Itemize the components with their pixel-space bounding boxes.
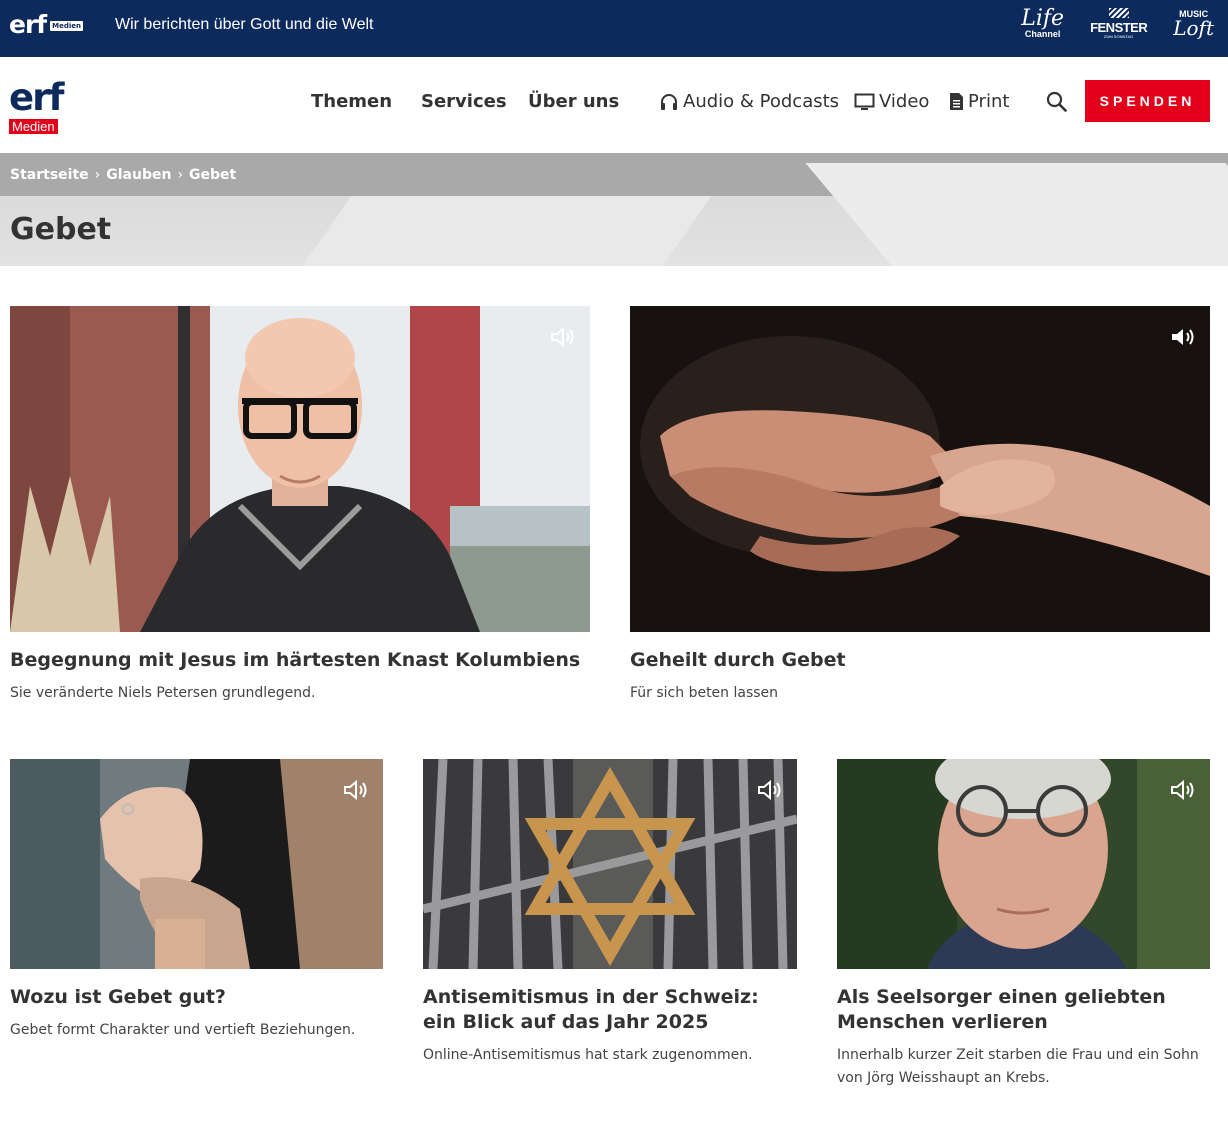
nav-themen[interactable]: Themen [311, 91, 392, 112]
nav-audio-label: Audio & Podcasts [683, 91, 840, 112]
article-title[interactable]: Begegnung mit Jesus im härtesten Knast K… [10, 648, 590, 673]
article-card[interactable]: Antisemitismus in der Schweiz: ein Blick… [423, 759, 797, 1067]
nav-video-label: Video [879, 91, 930, 112]
nav-audio-podcasts[interactable]: Audio & Podcasts [659, 91, 839, 112]
article-description: Online-Antisemitismus hat stark zugenomm… [423, 1047, 753, 1063]
audio-speaker-icon [344, 779, 367, 801]
breadcrumb: Startseite › Glauben › Gebet [10, 167, 236, 183]
brand-links: Life Channel FENSTER ZUM SONNTAG MUSIC L… [1021, 8, 1214, 39]
breadcrumb-separator: › [177, 167, 184, 183]
page-hero: Startseite › Glauben › Gebet Gebet [0, 153, 1228, 266]
document-icon [950, 93, 963, 110]
fenster-text: FENSTER [1090, 20, 1148, 35]
breadcrumb-separator: › [94, 167, 101, 183]
article-image-praying-hands[interactable] [10, 759, 383, 969]
erf-logo[interactable]: erf Medien [9, 76, 64, 135]
article-image-portrait-man[interactable] [10, 306, 590, 632]
search-button[interactable] [1046, 91, 1067, 116]
article-description: Innerhalb kurzer Zeit starben die Frau u… [837, 1047, 1199, 1086]
audio-speaker-icon [551, 326, 574, 348]
article-card[interactable]: Begegnung mit Jesus im härtesten Knast K… [10, 306, 590, 705]
fenster-sub: ZUM SONNTAG [1104, 34, 1134, 39]
life-channel-text: Life [1021, 6, 1065, 31]
fenster-mark [1108, 8, 1129, 18]
logo-sub: Medien [50, 21, 84, 31]
nav-print-label: Print [968, 91, 1010, 112]
article-image-star-of-david-gate[interactable] [423, 759, 797, 969]
erf-top-logo[interactable]: erf Medien [9, 10, 84, 39]
nav-ueber-uns[interactable]: Über uns [528, 91, 619, 112]
article-image-open-hands[interactable] [630, 306, 1210, 632]
page-title: Gebet [10, 212, 112, 247]
nav-services[interactable]: Services [421, 91, 507, 112]
main-header: erf Medien Themen Services Über uns Audi… [0, 57, 1228, 153]
search-icon [1046, 91, 1067, 112]
logo-sub: Medien [9, 119, 58, 134]
breadcrumb-startseite[interactable]: Startseite [10, 167, 89, 183]
top-bar: erf Medien Wir berichten über Gott und d… [0, 0, 1228, 57]
life-channel-logo[interactable]: Life Channel [1021, 8, 1064, 39]
audio-speaker-icon [1171, 779, 1194, 801]
audio-speaker-icon [758, 779, 781, 801]
music-loft-logo[interactable]: MUSIC Loft [1173, 10, 1214, 40]
tagline: Wir berichten über Gott und die Welt [115, 16, 374, 33]
donate-button[interactable]: SPENDEN [1085, 80, 1210, 122]
monitor-icon [854, 93, 875, 110]
article-title[interactable]: Als Seelsorger einen geliebten Menschen … [837, 985, 1210, 1035]
music-loft-sub: Loft [1173, 16, 1214, 40]
nav-print[interactable]: Print [949, 91, 1009, 112]
breadcrumb-gebet: Gebet [189, 167, 237, 183]
logo-text: erf [9, 76, 64, 119]
article-description: Für sich beten lassen [630, 685, 779, 701]
audio-speaker-icon [1172, 329, 1194, 345]
nav-video[interactable]: Video [854, 91, 929, 112]
article-description: Gebet formt Charakter und vertieft Bezie… [10, 1022, 356, 1038]
hero-decoration [805, 163, 1228, 266]
breadcrumb-glauben[interactable]: Glauben [106, 167, 171, 183]
fenster-logo[interactable]: FENSTER ZUM SONNTAG [1090, 8, 1148, 39]
article-title[interactable]: Antisemitismus in der Schweiz: ein Blick… [423, 985, 797, 1035]
logo-text: erf [9, 10, 47, 39]
article-image-portrait-older-man[interactable] [837, 759, 1210, 969]
article-card[interactable]: Wozu ist Gebet gut? Gebet formt Charakte… [10, 759, 383, 1042]
article-description: Sie veränderte Niels Petersen grundlegen… [10, 685, 316, 701]
article-title[interactable]: Wozu ist Gebet gut? [10, 985, 383, 1010]
article-card[interactable]: Als Seelsorger einen geliebten Menschen … [837, 759, 1210, 1090]
headphones-icon [661, 93, 677, 110]
hero-decoration [288, 196, 712, 266]
life-channel-sub: Channel [1024, 29, 1061, 39]
article-card[interactable]: Geheilt durch Gebet Für sich beten lasse… [630, 306, 1210, 705]
article-title[interactable]: Geheilt durch Gebet [630, 648, 1210, 673]
